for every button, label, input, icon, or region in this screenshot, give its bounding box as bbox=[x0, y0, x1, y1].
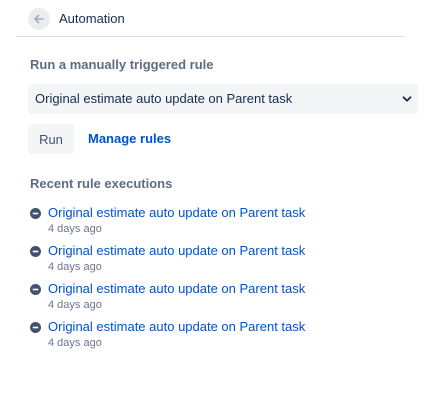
list-item: Original estimate auto update on Parent … bbox=[28, 242, 418, 280]
list-item: Original estimate auto update on Parent … bbox=[28, 280, 418, 318]
manage-rules-link[interactable]: Manage rules bbox=[88, 131, 171, 147]
recent-executions-section-label: Recent rule executions bbox=[30, 176, 173, 191]
rule-select-value: Original estimate auto update on Parent … bbox=[35, 91, 293, 106]
panel-header: Automation bbox=[0, 0, 429, 36]
recent-executions-list: Original estimate auto update on Parent … bbox=[28, 204, 418, 356]
execution-rule-link[interactable]: Original estimate auto update on Parent … bbox=[48, 281, 305, 297]
manual-rule-section-label: Run a manually triggered rule bbox=[30, 57, 214, 72]
automation-panel: Automation Run a manually triggered rule… bbox=[0, 0, 429, 393]
header-divider bbox=[16, 36, 404, 37]
execution-rule-link[interactable]: Original estimate auto update on Parent … bbox=[48, 319, 305, 335]
execution-time: 4 days ago bbox=[48, 261, 102, 273]
minus-circle-icon bbox=[30, 246, 41, 257]
arrow-left-icon bbox=[34, 14, 44, 24]
run-button[interactable]: Run bbox=[28, 124, 74, 154]
execution-time: 4 days ago bbox=[48, 337, 102, 349]
minus-circle-icon bbox=[30, 208, 41, 219]
execution-time: 4 days ago bbox=[48, 223, 102, 235]
minus-circle-icon bbox=[30, 322, 41, 333]
minus-circle-icon bbox=[30, 284, 41, 295]
chevron-down-icon bbox=[402, 96, 412, 102]
list-item: Original estimate auto update on Parent … bbox=[28, 204, 418, 242]
back-button[interactable] bbox=[28, 8, 50, 30]
list-item: Original estimate auto update on Parent … bbox=[28, 318, 418, 356]
execution-rule-link[interactable]: Original estimate auto update on Parent … bbox=[48, 205, 305, 221]
execution-time: 4 days ago bbox=[48, 299, 102, 311]
panel-title: Automation bbox=[59, 11, 125, 26]
rule-select[interactable]: Original estimate auto update on Parent … bbox=[28, 84, 418, 114]
execution-rule-link[interactable]: Original estimate auto update on Parent … bbox=[48, 243, 305, 259]
